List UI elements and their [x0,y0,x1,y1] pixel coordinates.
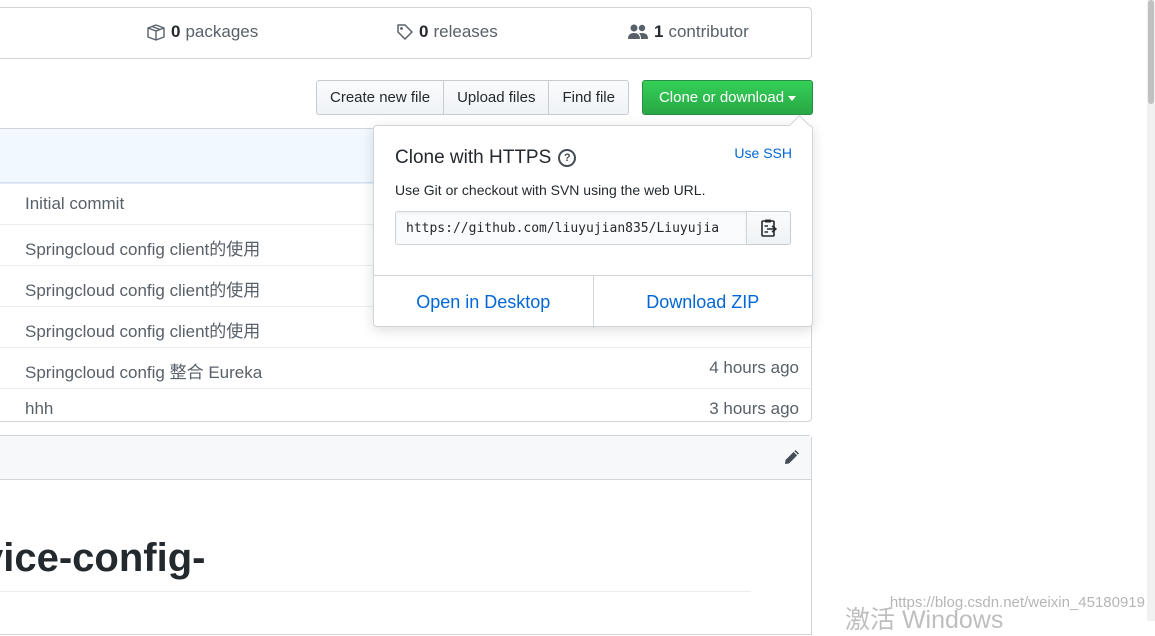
open-in-desktop-button[interactable]: Open in Desktop [374,276,593,328]
commit-message[interactable]: Springcloud config client的使用 [25,317,260,342]
file-actions-group: Create new file Upload files Find file [316,80,629,115]
copy-url-button[interactable] [747,211,791,245]
clone-url-group [395,211,791,245]
use-ssh-link[interactable]: Use SSH [734,145,792,161]
file-row[interactable]: hhh 3 hours ago [0,388,811,421]
commit-message[interactable]: hhh [25,399,53,419]
csdn-watermark: https://blog.csdn.net/weixin_45180919 [889,594,1145,611]
releases-label: releases [433,22,498,41]
people-icon [628,24,648,39]
question-icon[interactable]: ? [558,149,577,167]
commit-age: 3 hours ago [709,399,799,418]
releases-stat[interactable]: 0 releases [396,22,498,42]
readme-header [0,436,811,480]
clone-popup-footer: Open in Desktop Download ZIP [374,275,812,328]
caret-down-icon [788,95,797,101]
contributors-label: contributor [668,22,749,41]
commit-message[interactable]: Springcloud config client的使用 [25,276,260,301]
commit-message[interactable]: Springcloud config 整合 Eureka [25,358,262,383]
readme-box: vice-config- [0,435,812,635]
create-new-file-button[interactable]: Create new file [316,80,445,115]
readme-divider [0,591,751,592]
packages-count: 0 [171,22,181,41]
packages-label: packages [185,22,259,41]
popup-arrow [788,114,811,137]
contributors-count: 1 [654,22,664,41]
commit-age: 4 hours ago [709,358,799,377]
readme-title: vice-config- [0,536,206,580]
clone-or-download-button[interactable]: Clone or download [642,80,813,115]
clone-popup-title: Clone with HTTPS ? [395,147,577,169]
clone-or-download-label: Clone or download [658,89,785,106]
clone-description: Use Git or checkout with SVN using the w… [395,182,706,198]
contributors-stat[interactable]: 1 contributor [627,22,749,42]
download-zip-button[interactable]: Download ZIP [592,276,813,328]
clone-url-input[interactable] [395,211,747,245]
pencil-icon[interactable] [783,448,801,466]
scrollbar-thumb[interactable] [1148,0,1154,104]
vertical-scrollbar[interactable] [1147,0,1155,621]
commit-message[interactable]: Springcloud config client的使用 [25,235,260,260]
repo-stats-bar: 0 packages 0 releases 1 contributor [0,7,812,59]
packages-stat[interactable]: 0 packages [146,22,258,42]
clone-popup-title-text: Clone with HTTPS [395,147,552,168]
file-row[interactable]: Springcloud config 整合 Eureka 4 hours ago [0,347,811,388]
package-icon [147,24,165,41]
upload-files-button[interactable]: Upload files [444,80,550,115]
clipboard-icon [760,219,777,237]
find-file-button[interactable]: Find file [549,80,629,115]
clone-popup: Clone with HTTPS ? Use SSH Use Git or ch… [373,114,813,328]
tag-icon [397,24,413,40]
commit-message[interactable]: Initial commit [25,194,124,214]
releases-count: 0 [419,22,429,41]
